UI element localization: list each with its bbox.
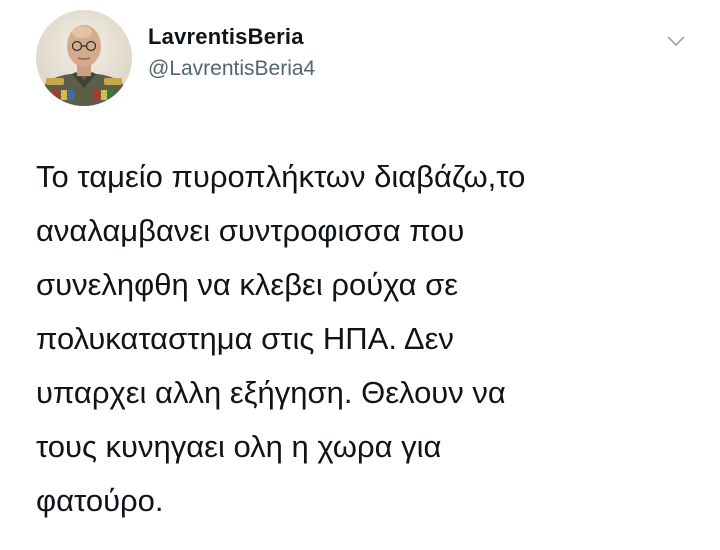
tweet-text-line: φατούρο. — [36, 483, 164, 518]
profile-portrait-icon — [36, 10, 132, 106]
tweet-text-line: συνεληφθη να κλεβει ρούχα σε — [36, 267, 459, 302]
tweet-text-line: τους κυνηγαει ολη η χωρα για — [36, 429, 442, 464]
tweet-text-line: αναλαμβανει συντροφισσα που — [36, 213, 465, 248]
author-handle[interactable]: @LavrentisBeria4 — [148, 57, 315, 81]
avatar[interactable] — [36, 10, 132, 106]
chevron-down-icon — [667, 36, 685, 46]
author-display-name[interactable]: LavrentisBeria — [148, 24, 304, 50]
tweet-text-line: Το ταμείο πυροπλήκτων διαβάζω,το — [36, 159, 526, 194]
tweet-menu-button[interactable] — [661, 29, 691, 53]
tweet-text: Το ταμείο πυροπλήκτων διαβάζω,το αναλαμβ… — [36, 150, 696, 528]
tweet-text-line: υπαρχει αλλη εξήγηση. Θελουν να — [36, 375, 506, 410]
tweet-card: LavrentisBeria @LavrentisBeria4 Το ταμεί… — [0, 0, 720, 550]
tweet-text-line: πολυκαταστημα στις ΗΠΑ. Δεν — [36, 321, 454, 356]
